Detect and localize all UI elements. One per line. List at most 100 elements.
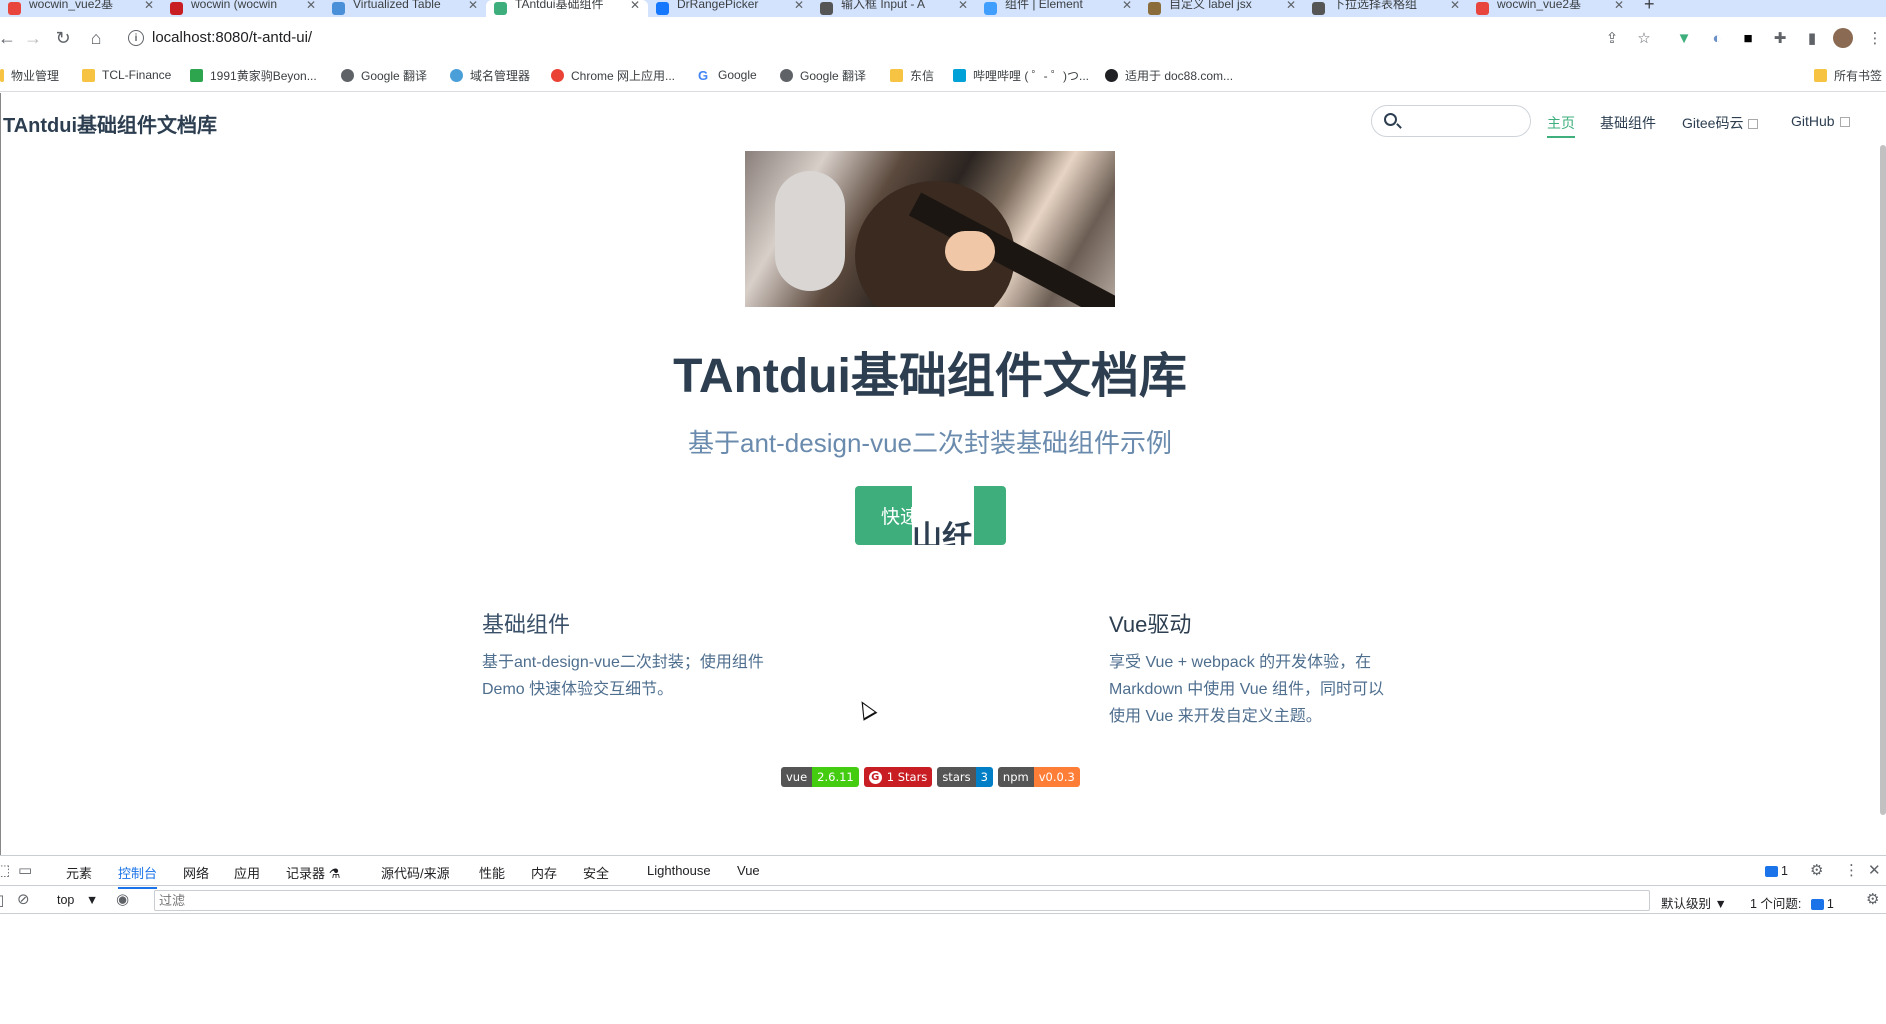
bookmark-star-icon[interactable]: ☆ — [1633, 27, 1655, 49]
devtools-tab-network[interactable]: 网络 — [183, 863, 209, 882]
close-tab-icon[interactable]: ✕ — [630, 0, 640, 12]
console-settings-gear-icon[interactable]: ⚙ — [1866, 890, 1879, 908]
extensions-puzzle-icon[interactable]: ✚ — [1769, 27, 1791, 49]
close-devtools-icon[interactable]: ✕ — [1868, 861, 1881, 879]
browser-tab[interactable]: 下拉选择表格组 ✕ — [1304, 0, 1468, 17]
profile-avatar[interactable] — [1832, 27, 1854, 49]
clear-console-icon[interactable]: ⊘ — [17, 890, 30, 908]
close-tab-icon[interactable]: ✕ — [468, 0, 478, 12]
console-filter-input[interactable] — [154, 890, 1650, 911]
vue-version-badge[interactable]: vue 2.6.11 — [781, 767, 859, 787]
close-tab-icon[interactable]: ✕ — [144, 0, 154, 12]
settings-gear-icon[interactable]: ⚙ — [1810, 861, 1823, 879]
forward-arrow-icon[interactable]: → — [20, 25, 46, 51]
tab-title: wocwin_vue2基 — [1497, 0, 1582, 11]
live-expression-eye-icon[interactable]: ◉ — [116, 890, 129, 908]
close-tab-icon[interactable]: ✕ — [1122, 0, 1132, 12]
devtools-tab-security[interactable]: 安全 — [583, 863, 609, 882]
bookmark-item[interactable]: Chrome 网上应用... — [551, 65, 675, 85]
close-tab-icon[interactable]: ✕ — [306, 0, 316, 12]
sidebar-toggle-icon[interactable]: ▯ — [0, 891, 4, 909]
nav-link-home[interactable]: 主页 — [1547, 113, 1575, 138]
devtools-tab-sources[interactable]: 源代码/来源 — [381, 863, 450, 882]
close-tab-icon[interactable]: ✕ — [794, 0, 804, 12]
bookmark-item[interactable]: Google 翻译 — [780, 65, 866, 85]
external-link-icon — [1748, 119, 1759, 129]
more-menu-icon[interactable]: ⋮ — [1864, 27, 1886, 49]
search-box[interactable] — [1371, 105, 1531, 137]
nav-link-gitee[interactable]: Gitee码云 — [1682, 113, 1759, 133]
close-tab-icon[interactable]: ✕ — [1614, 0, 1624, 12]
hero-title: TAntdui基础组件文档库 — [673, 350, 1187, 403]
devtools-tab-lighthouse[interactable]: Lighthouse — [647, 863, 711, 878]
hero-image — [745, 151, 1115, 307]
address-bar[interactable]: localhost:8080/t-antd-ui/ — [152, 29, 312, 46]
github-stars-badge[interactable]: stars 3 — [937, 767, 993, 787]
bookmark-item[interactable]: 物业管理 — [0, 65, 59, 85]
devtools-tab-performance[interactable]: 性能 — [479, 863, 505, 882]
vue-devtools-extension-icon[interactable]: ▼ — [1673, 27, 1695, 49]
close-tab-icon[interactable]: ✕ — [1450, 0, 1460, 12]
devtools-tab-memory[interactable]: 内存 — [531, 863, 557, 882]
devtools-tab-application[interactable]: 应用 — [234, 863, 260, 882]
browser-tab[interactable]: wocwin (wocwin ✕ — [162, 0, 324, 17]
new-tab-icon[interactable]: + — [1644, 0, 1655, 15]
reload-icon[interactable]: ↻ — [50, 25, 76, 51]
bookmark-label: 域名管理器 — [470, 68, 531, 83]
issues-label: 1 个问题: — [1750, 897, 1802, 911]
log-level-selector[interactable]: 默认级别 ▼ — [1661, 893, 1727, 912]
browser-tab[interactable]: 输入框 Input - A ✕ — [812, 0, 976, 17]
back-arrow-icon[interactable]: ← — [0, 25, 20, 51]
extension-icon[interactable]: ■ — [1737, 27, 1759, 49]
inspect-element-icon[interactable]: ⬚ — [0, 861, 10, 879]
nav-link-github[interactable]: GitHub — [1791, 113, 1850, 129]
bookmark-item[interactable]: 哔哩哔哩 ( ゜- ゜)つ... — [953, 65, 1089, 85]
share-icon[interactable]: ⇪ — [1601, 27, 1623, 49]
bookmark-item[interactable]: TCL-Finance — [82, 65, 171, 85]
context-selector[interactable]: top ▼ — [57, 893, 98, 907]
tab-favicon-icon — [1312, 2, 1325, 15]
log-level-label: 默认级别 — [1661, 897, 1712, 911]
browser-tab[interactable]: 组件 | Element ✕ — [976, 0, 1140, 17]
tab-favicon-icon — [494, 2, 507, 15]
feature-title: Vue驱动 — [1109, 612, 1192, 637]
site-title[interactable]: TAntdui基础组件文档库 — [3, 109, 217, 138]
close-tab-icon[interactable]: ✕ — [958, 0, 968, 12]
npm-version-badge[interactable]: npm v0.0.3 — [997, 767, 1080, 787]
issues-counter[interactable]: 1 — [1765, 864, 1788, 878]
bookmark-item[interactable]: 适用于 doc88.com... — [1105, 65, 1233, 85]
issues-summary[interactable]: 1 个问题: 1 — [1750, 893, 1834, 912]
page-scrollbar[interactable] — [1880, 145, 1886, 815]
devtools-tab-elements[interactable]: 元素 — [66, 863, 92, 882]
device-toolbar-icon[interactable]: ▭ — [18, 861, 32, 879]
devtools-tab-console[interactable]: 控制台 — [118, 863, 158, 889]
browser-tab[interactable]: wocwin_vue2基 ✕ — [1468, 0, 1632, 17]
bookmark-item[interactable]: 1991黄家驹Beyon... — [190, 65, 317, 85]
globe-icon — [780, 68, 793, 82]
search-input[interactable] — [1404, 110, 1524, 132]
devtools-tab-recorder[interactable]: 记录器 ⚗ — [286, 863, 340, 882]
browser-tab[interactable]: 自定义 label jsx ✕ — [1140, 0, 1304, 17]
devtools-tab-bar: ⬚ ▭ 元素 控制台 网络 应用 记录器 ⚗ 源代码/来源 性能 内存 安全 L… — [0, 856, 1886, 889]
devtools-tab-vue[interactable]: Vue — [737, 863, 760, 878]
home-icon[interactable]: ⌂ — [83, 25, 109, 51]
extension-icon[interactable]: ◐ — [1706, 27, 1728, 49]
all-bookmarks[interactable]: 所有书签 — [1814, 65, 1882, 85]
browser-tab-active[interactable]: TAntdui基础组件 ✕ — [486, 0, 648, 17]
gitee-stars-badge[interactable]: G 1 Stars — [863, 767, 933, 787]
site-info-icon[interactable]: i — [128, 30, 144, 46]
browser-tab[interactable]: DrRangePicker ✕ — [648, 0, 812, 17]
close-tab-icon[interactable]: ✕ — [1286, 0, 1296, 12]
bookmark-item[interactable]: 域名管理器 — [450, 65, 530, 85]
nav-link-components[interactable]: 基础组件 — [1600, 113, 1656, 133]
browser-tab[interactable]: wocwin_vue2基 ✕ — [0, 0, 162, 17]
globe-icon — [341, 68, 354, 82]
bookmark-item[interactable]: Google 翻译 — [341, 65, 427, 85]
get-started-button[interactable]: 快速 山纤 — [855, 486, 1006, 545]
browser-tab[interactable]: Virtualized Table ✕ — [324, 0, 486, 17]
side-panel-icon[interactable]: ▮ — [1801, 27, 1823, 49]
bookmark-item[interactable]: 东信 — [890, 65, 934, 85]
more-options-icon[interactable]: ⋮ — [1844, 861, 1859, 879]
badge-label: npm — [997, 767, 1034, 787]
bookmark-item[interactable]: G Google — [698, 65, 757, 85]
